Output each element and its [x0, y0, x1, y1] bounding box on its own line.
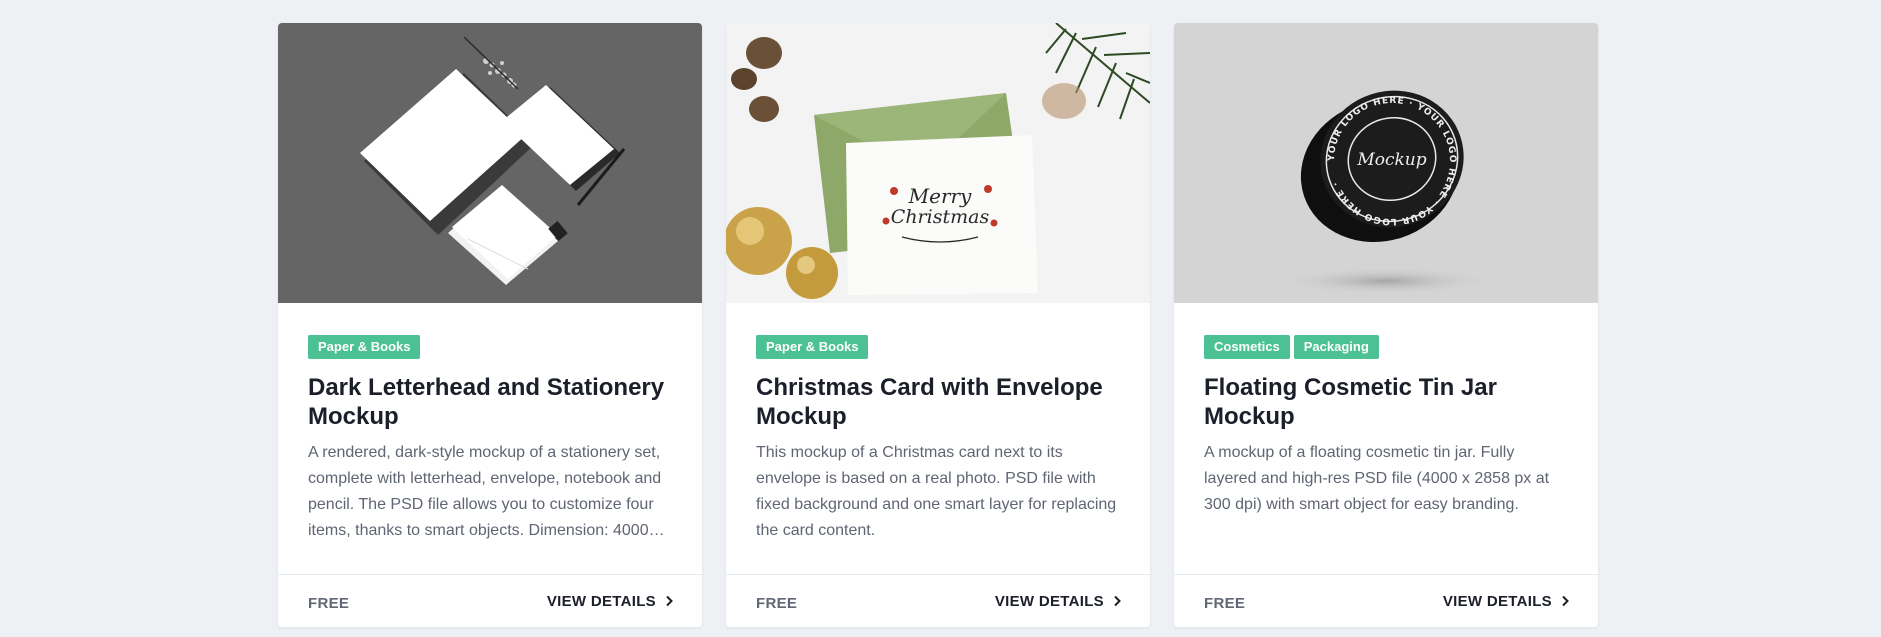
- card-script-line1: Merry: [908, 184, 972, 208]
- view-details-label: VIEW DETAILS: [546, 592, 656, 610]
- card-title[interactable]: Floating Cosmetic Tin Jar Mockup: [1204, 373, 1568, 431]
- price-label: FREE: [1204, 594, 1246, 612]
- category-tag[interactable]: Paper & Books: [756, 335, 869, 359]
- jar-script-text: Mockup: [1356, 150, 1426, 170]
- card-script-line2: Christmas: [891, 206, 990, 228]
- category-tag[interactable]: Cosmetics: [1204, 335, 1290, 359]
- price-label: FREE: [308, 594, 350, 612]
- chevron-right-icon: [664, 595, 674, 607]
- view-details-link[interactable]: VIEW DETAILS: [547, 593, 674, 610]
- card-footer: FREE VIEW DETAILS: [1174, 574, 1598, 627]
- card-footer: FREE VIEW DETAILS: [726, 574, 1150, 627]
- product-card: Merry Christmas Paper & Books Christmas …: [726, 23, 1150, 627]
- card-footer: FREE VIEW DETAILS: [278, 574, 702, 627]
- view-details-link[interactable]: VIEW DETAILS: [1443, 593, 1570, 610]
- view-details-label: VIEW DETAILS: [1442, 592, 1552, 610]
- view-details-link[interactable]: VIEW DETAILS: [995, 593, 1122, 610]
- card-grid: Paper & Books Dark Letterhead and Statio…: [278, 23, 1598, 627]
- christmas-card-image[interactable]: Merry Christmas: [726, 23, 1150, 303]
- category-tag[interactable]: Packaging: [1293, 335, 1379, 359]
- view-details-label: VIEW DETAILS: [994, 592, 1104, 610]
- card-title[interactable]: Christmas Card with Envelope Mockup: [756, 373, 1120, 431]
- card-title[interactable]: Dark Letterhead and Stationery Mockup: [308, 373, 672, 431]
- price-label: FREE: [756, 594, 798, 612]
- cosmetic-tin-jar-image[interactable]: YOUR LOGO HERE · YOUR LOGO HERE · YOUR L…: [1174, 23, 1598, 303]
- tag-list: Paper & Books: [308, 335, 672, 359]
- card-description: A mockup of a floating cosmetic tin jar.…: [1204, 444, 1550, 513]
- card-description: This mockup of a Christmas card next to …: [756, 444, 1117, 539]
- tag-list: Paper & Books: [756, 335, 1120, 359]
- card-description: A rendered, dark-style mockup of a stati…: [308, 444, 665, 539]
- category-tag[interactable]: Paper & Books: [308, 335, 421, 359]
- product-card: YOUR LOGO HERE · YOUR LOGO HERE · YOUR L…: [1174, 23, 1598, 627]
- product-card: Paper & Books Dark Letterhead and Statio…: [278, 23, 702, 627]
- stationery-mockup-image[interactable]: [278, 23, 702, 303]
- tag-list: Cosmetics Packaging: [1204, 335, 1568, 359]
- chevron-right-icon: [1560, 595, 1570, 607]
- chevron-right-icon: [1112, 595, 1122, 607]
